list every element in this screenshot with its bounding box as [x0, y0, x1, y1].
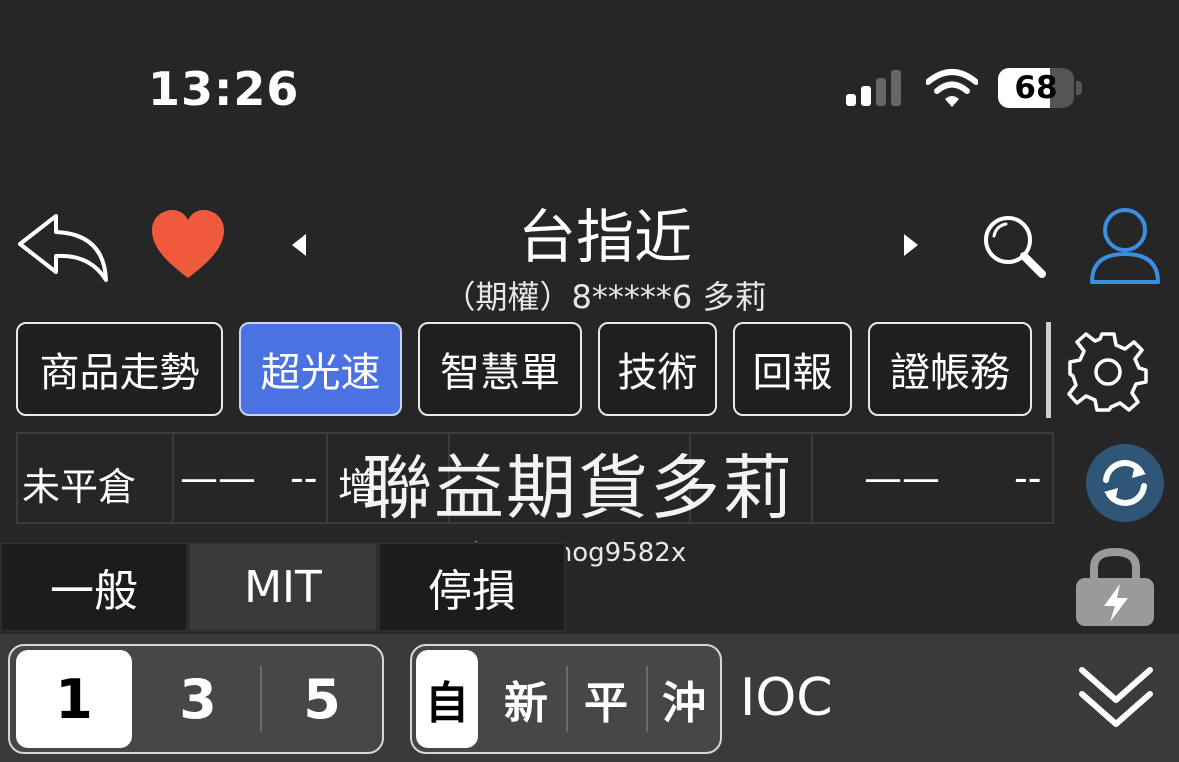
- settings-gear-icon[interactable]: [1066, 330, 1150, 414]
- open-close-selector: 自 新 平 沖: [410, 644, 722, 754]
- wifi-icon: [926, 69, 978, 107]
- tab-securities-account[interactable]: 證帳務: [868, 322, 1032, 416]
- next-product-icon[interactable]: [900, 232, 922, 258]
- tab-product-trend[interactable]: 商品走勢: [16, 322, 223, 416]
- open-close-new[interactable]: 新: [488, 646, 564, 752]
- open-close-auto[interactable]: 自: [416, 650, 478, 748]
- quantity-option-3[interactable]: 3: [138, 646, 258, 752]
- refresh-icon[interactable]: [1086, 444, 1164, 522]
- watermark-text: 聯益期貨多莉: [362, 447, 794, 529]
- open-close-daytrade[interactable]: 沖: [648, 646, 720, 752]
- battery-nub: [1076, 81, 1082, 95]
- battery-icon: 68: [998, 68, 1074, 108]
- order-type-tabs: 一般 MIT 停損: [0, 540, 566, 634]
- grid-value-dash: --: [1014, 456, 1042, 500]
- back-arrow-icon[interactable]: [16, 210, 112, 286]
- battery-level: 68: [1014, 70, 1058, 106]
- ioc-toggle[interactable]: IOC: [740, 668, 833, 728]
- tab-scroll-divider: [1046, 322, 1051, 418]
- account-subtitle: （期權）8*****6 多莉: [443, 278, 767, 316]
- tab-report[interactable]: 回報: [733, 322, 852, 416]
- tab-order-mit[interactable]: MIT: [188, 542, 378, 632]
- tab-order-stop-loss[interactable]: 停損: [378, 542, 566, 632]
- tab-smart-order[interactable]: 智慧單: [418, 322, 582, 416]
- search-icon[interactable]: [980, 212, 1050, 280]
- favorite-heart-icon[interactable]: [150, 208, 226, 280]
- tab-order-general[interactable]: 一般: [0, 542, 188, 632]
- quantity-option-1[interactable]: 1: [16, 650, 132, 748]
- battery-indicator: 68: [998, 68, 1082, 108]
- cellular-signal-icon: [846, 70, 901, 106]
- previous-product-icon[interactable]: [288, 232, 310, 258]
- grid-value-dash: --: [290, 456, 318, 500]
- grid-value-dash: ——: [180, 456, 256, 500]
- status-time: 13:26: [148, 62, 300, 116]
- open-position-label: 未平倉: [22, 465, 137, 509]
- tab-technical[interactable]: 技術: [598, 322, 717, 416]
- user-account-icon[interactable]: [1088, 206, 1162, 286]
- quantity-option-5[interactable]: 5: [262, 646, 382, 752]
- double-chevron-down-icon[interactable]: [1078, 660, 1154, 736]
- grid-value-dash: ——: [864, 456, 940, 500]
- open-close-close[interactable]: 平: [568, 646, 644, 752]
- lock-bolt-icon[interactable]: [1074, 546, 1156, 628]
- quantity-selector: 1 3 5: [8, 644, 384, 754]
- tab-ultra-speed[interactable]: 超光速: [239, 322, 402, 416]
- product-title: 台指近: [517, 203, 692, 271]
